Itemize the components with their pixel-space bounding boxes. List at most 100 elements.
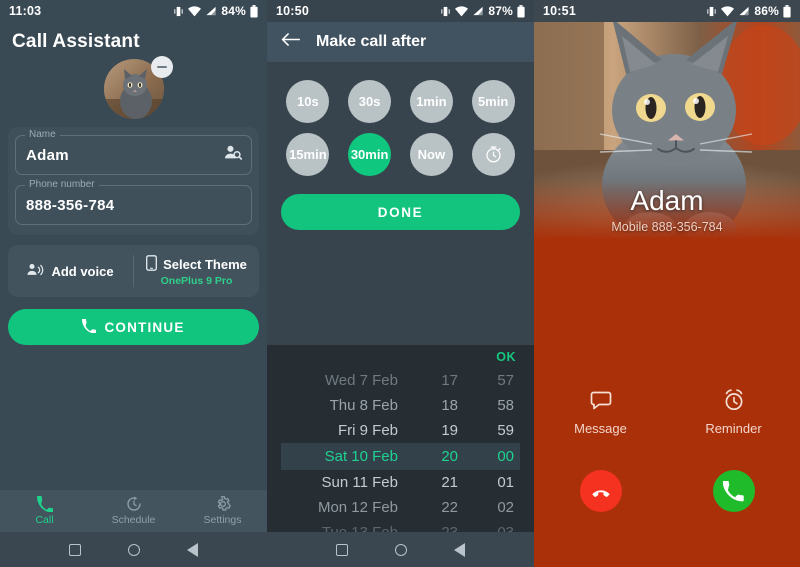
chip-label: 30s xyxy=(358,94,381,109)
chip-5min[interactable]: 5min xyxy=(471,80,515,123)
wifi-icon xyxy=(188,5,202,16)
picker-minute: 01 xyxy=(497,474,514,491)
panel-incoming-call: 10:51 86% Adam Mobile 888-356-784 Messag… xyxy=(534,0,800,567)
alarm-clock-icon xyxy=(725,389,742,411)
name-field[interactable]: Name Adam xyxy=(15,129,252,175)
chip-1min[interactable]: 1min xyxy=(409,80,453,123)
message-action-label: Message xyxy=(574,421,627,436)
picker-hour: 22 xyxy=(441,499,458,516)
triangle-back-icon[interactable] xyxy=(454,542,466,557)
caller-name: Adam xyxy=(630,185,704,216)
picker-row[interactable]: Sun 11 Feb 21 01 xyxy=(281,470,520,495)
phone-number-field[interactable]: Phone number 888-356-784 xyxy=(15,179,252,225)
picker-row[interactable]: Mon 12 Feb 22 02 xyxy=(281,495,520,520)
chip-now[interactable]: Now xyxy=(409,133,453,176)
picker-date: Thu 8 Feb xyxy=(329,397,398,414)
name-field-label: Name xyxy=(25,129,60,140)
phone-icon xyxy=(36,496,53,512)
remove-avatar-badge[interactable] xyxy=(150,56,173,78)
app-bar: Make call after xyxy=(267,22,534,62)
accept-call-button[interactable] xyxy=(712,470,755,512)
schedule-clock-icon xyxy=(126,496,141,511)
message-action[interactable]: Message xyxy=(534,388,667,436)
screenshot-stage: 11:03 84% Call Assistant Name Adam Phone… xyxy=(0,0,800,567)
chip-label: 5min xyxy=(477,94,509,109)
nav-item-call-label: Call xyxy=(35,514,54,526)
picker-row[interactable]: Fri 9 Feb 19 59 xyxy=(281,418,520,443)
avatar-container[interactable] xyxy=(103,56,173,119)
circle-icon[interactable] xyxy=(127,543,140,556)
status-time: 11:03 xyxy=(9,4,42,18)
arrow-left-icon[interactable] xyxy=(281,32,300,52)
square-icon[interactable] xyxy=(335,543,348,556)
continue-button[interactable]: CONTINUE xyxy=(8,309,259,345)
battery-icon xyxy=(250,4,258,17)
picker-hour: 20 xyxy=(441,448,458,465)
chip-30s[interactable]: 30s xyxy=(348,80,392,123)
circle-icon[interactable] xyxy=(394,543,407,556)
page-title: Call Assistant xyxy=(12,31,140,52)
picker-row-selected[interactable]: Sat 10 Feb 20 00 xyxy=(281,443,520,470)
picker-minute: 00 xyxy=(497,448,514,465)
picker-minute: 58 xyxy=(497,397,514,414)
add-voice-icon xyxy=(27,263,44,280)
status-bar: 11:03 84% xyxy=(0,0,267,22)
quick-actions: Message Reminder xyxy=(534,388,800,436)
reminder-action[interactable]: Reminder xyxy=(667,388,800,436)
system-nav-bar xyxy=(267,532,534,567)
datetime-picker: OK Wed 7 Feb 17 57 Thu 8 Feb 18 58 Fri 9… xyxy=(267,345,534,541)
battery-icon xyxy=(517,4,525,17)
add-voice-label: Add voice xyxy=(51,263,114,279)
picker-date: Wed 7 Feb xyxy=(324,372,398,389)
picker-hour: 17 xyxy=(441,372,458,389)
contact-search-icon[interactable] xyxy=(224,145,243,166)
picker-row[interactable]: Wed 7 Feb 17 57 xyxy=(281,368,520,393)
triangle-back-icon[interactable] xyxy=(187,542,199,557)
chip-custom-timer[interactable] xyxy=(471,133,515,176)
battery-icon xyxy=(783,4,791,17)
accept-wrapper xyxy=(667,470,800,512)
picker-date: Mon 12 Feb xyxy=(317,499,398,516)
caller-number: Mobile 888-356-784 xyxy=(611,220,723,234)
done-button[interactable]: DONE xyxy=(281,194,520,230)
chip-30min-selected[interactable]: 30min xyxy=(348,133,392,176)
nav-item-schedule[interactable]: Schedule xyxy=(89,490,178,532)
picker-minute: 02 xyxy=(497,499,514,516)
chip-15min[interactable]: 15min xyxy=(286,133,330,176)
status-icons: 86% xyxy=(706,4,791,18)
caller-info: Adam Mobile 888-356-784 xyxy=(534,185,800,234)
picker-ok-button[interactable]: OK xyxy=(281,345,520,368)
chip-label: 10s xyxy=(297,94,319,109)
nav-item-settings-label: Settings xyxy=(203,514,242,526)
nav-item-schedule-label: Schedule xyxy=(111,514,156,526)
status-bar: 10:51 86% xyxy=(534,0,800,22)
select-theme-label: Select Theme xyxy=(163,257,247,272)
square-icon[interactable] xyxy=(68,543,81,556)
picker-hour: 21 xyxy=(441,474,458,491)
battery-percent: 86% xyxy=(754,4,779,18)
decline-call-button[interactable] xyxy=(579,470,622,512)
chip-10s[interactable]: 10s xyxy=(286,80,330,123)
picker-hour: 19 xyxy=(441,422,458,439)
contact-form-card: Name Adam Phone number 888-356-784 xyxy=(8,127,259,235)
vibrate-icon xyxy=(707,6,716,16)
status-bar: 10:50 87% xyxy=(267,0,534,22)
chip-label: 15min xyxy=(289,147,327,162)
done-button-label: DONE xyxy=(377,204,424,220)
phone-number-field-label: Phone number xyxy=(25,179,99,190)
message-icon xyxy=(590,391,611,410)
add-voice-button[interactable]: Add voice xyxy=(8,263,133,280)
nav-item-call[interactable]: Call xyxy=(0,490,89,532)
accept-call-icon xyxy=(723,480,744,501)
select-theme-button[interactable]: Select Theme OnePlus 9 Pro xyxy=(133,255,259,287)
picker-row[interactable]: Thu 8 Feb 18 58 xyxy=(281,393,520,418)
nav-item-settings[interactable]: Settings xyxy=(178,490,267,532)
reminder-action-label: Reminder xyxy=(705,421,762,436)
signal-icon xyxy=(206,6,216,15)
picker-ok-label: OK xyxy=(496,350,516,364)
status-time: 10:50 xyxy=(276,4,309,18)
system-nav-bar xyxy=(0,532,267,567)
bottom-nav: Call Schedule Settings xyxy=(0,490,267,532)
status-time: 10:51 xyxy=(543,4,576,18)
name-field-value: Adam xyxy=(26,146,69,164)
